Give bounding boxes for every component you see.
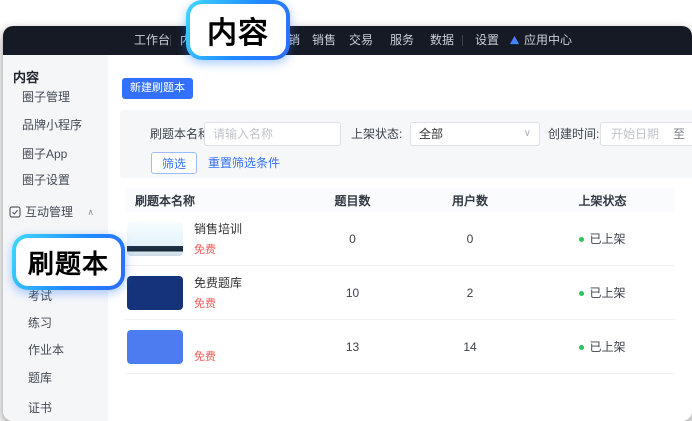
status-text: 已上架 (589, 232, 625, 246)
sidebar-item-circle-settings[interactable]: 圈子设置 (3, 170, 108, 190)
sidebar-item-homework[interactable]: 作业本 (3, 340, 108, 360)
quizbook-title: 免费题库 (194, 274, 242, 291)
callout-quizbook-label: 刷题本 (16, 238, 121, 286)
nav-item-service[interactable]: 服务 (390, 26, 414, 55)
date-filter-label: 创建时间: (548, 122, 599, 146)
table-row[interactable]: 免费 13 14 已上架 (125, 320, 675, 374)
user-count: 2 (410, 286, 530, 300)
name-filter-input[interactable] (204, 122, 341, 146)
chevron-down-icon: ∨ (524, 123, 531, 145)
screenshot-stage: 工作台 内容 营销 销售 交易 服务 数据 设置 应用中心 内容 (0, 0, 692, 421)
new-quizbook-button[interactable]: 新建刷题本 (122, 78, 193, 99)
nav-item-workbench[interactable]: 工作台 (134, 26, 170, 55)
quizbook-title (194, 329, 216, 344)
table-header-row: 刷题本名称 题目数 用户数 上架状态 (125, 188, 675, 212)
sidebar-item-certificate[interactable]: 证书 (3, 398, 108, 418)
header-status: 上架状态 (530, 192, 675, 209)
sidebar-item-circle-app[interactable]: 圈子App (3, 144, 108, 164)
main-content: 新建刷题本 刷题本名称: 上架状态: 全部 ∨ 创建时间: 开始日期 至 结束日… (108, 55, 692, 421)
callout-content: 内容 (186, 0, 290, 60)
header-name: 刷题本名称 (125, 192, 295, 209)
nav-item-app-center[interactable]: 应用中心 (509, 26, 572, 55)
status-text: 已上架 (589, 340, 625, 354)
quizbook-price: 免费 (194, 295, 242, 311)
status-text: 已上架 (589, 286, 625, 300)
user-count: 0 (410, 232, 530, 246)
chevron-up-icon: ∧ (87, 202, 94, 222)
status-dot (579, 291, 584, 296)
app-window: 工作台 内容 营销 销售 交易 服务 数据 设置 应用中心 内容 (3, 26, 692, 421)
nav-item-trade[interactable]: 交易 (349, 26, 373, 55)
nav-item-settings[interactable]: 设置 (475, 26, 499, 55)
sidebar-item-question-bank[interactable]: 题库 (3, 368, 108, 388)
question-count: 10 (295, 286, 410, 300)
header-questions: 题目数 (295, 192, 410, 209)
app-center-logo-icon (509, 35, 520, 46)
status-dot (579, 237, 584, 242)
sidebar-group-interaction[interactable]: 互动管理 ∧ (3, 202, 108, 222)
filter-panel: 刷题本名称: 上架状态: 全部 ∨ 创建时间: 开始日期 至 结束日期 筛选 重… (120, 110, 692, 178)
status-filter-label: 上架状态: (351, 122, 402, 146)
date-range-input[interactable]: 开始日期 至 结束日期 (600, 122, 692, 146)
date-start-placeholder: 开始日期 (611, 123, 659, 145)
sidebar-section-content: 内容 (3, 68, 108, 88)
table-row[interactable]: 销售培训 免费 0 0 已上架 (125, 212, 675, 266)
quizbook-thumbnail (127, 276, 183, 310)
sidebar-group-label: 互动管理 (25, 205, 73, 219)
callout-content-label: 内容 (190, 4, 286, 56)
user-count: 14 (410, 340, 530, 354)
quizbook-price: 免费 (194, 348, 216, 364)
callout-quizbook: 刷题本 (12, 234, 125, 290)
nav-divider (170, 35, 171, 46)
sidebar-item-circle-manage[interactable]: 圈子管理 (3, 87, 108, 107)
filter-button[interactable]: 筛选 (151, 152, 197, 174)
nav-item-label: 应用中心 (524, 26, 572, 55)
nav-divider (462, 35, 463, 46)
question-count: 13 (295, 340, 410, 354)
quizbook-thumbnail (127, 330, 183, 364)
status-filter-select[interactable]: 全部 ∨ (410, 122, 540, 146)
reset-filters-link[interactable]: 重置筛选条件 (208, 152, 280, 174)
status-dot (579, 345, 584, 350)
sidebar-item-practice[interactable]: 练习 (3, 313, 108, 333)
table-row[interactable]: 免费题库 免费 10 2 已上架 (125, 266, 675, 320)
nav-item-sales[interactable]: 销售 (312, 26, 336, 55)
status-filter-value: 全部 (419, 127, 443, 141)
question-count: 0 (295, 232, 410, 246)
top-nav: 工作台 内容 营销 销售 交易 服务 数据 设置 应用中心 (3, 26, 692, 55)
quizbook-title: 销售培训 (194, 220, 242, 237)
interaction-icon (9, 206, 21, 218)
header-users: 用户数 (410, 192, 530, 209)
sidebar-item-brand-miniapp[interactable]: 品牌小程序 (3, 115, 108, 135)
quizbook-thumbnail (127, 222, 183, 256)
date-separator: 至 (673, 123, 685, 145)
quizbook-table: 刷题本名称 题目数 用户数 上架状态 销售培训 免费 0 0 已 (125, 188, 675, 374)
nav-item-data[interactable]: 数据 (430, 26, 454, 55)
quizbook-price: 免费 (194, 241, 242, 257)
